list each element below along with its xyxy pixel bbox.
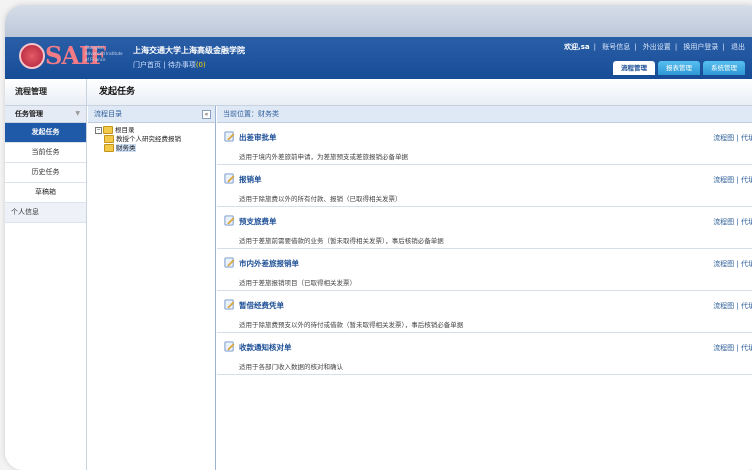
sidebar-group-label: 任务管理 [15,110,43,118]
tab-system-management[interactable]: 系统管理 [703,61,745,75]
form-description: 适用于境内外差旅前申请，为差旅预支或差旅报销必备单据 [239,153,408,161]
form-description: 适用于差旅报销项目（已取得相关发票） [239,279,356,287]
tree-node-professor-research[interactable]: 教授个人研究经费报销 [95,135,215,144]
tree-node-finance[interactable]: 财务类 [95,144,215,153]
form-name-link[interactable]: 出差审批单 [239,132,277,143]
list-item: 暂借经费凭单适用于除旅费预支以外的待付或借款（暂未取得相关发票），事后核销必备单… [217,291,752,333]
form-name-link[interactable]: 收款通知核对单 [239,342,292,353]
sidebar-group-task-management[interactable]: 任务管理 ▼ [5,106,86,123]
tree-node-label: 财务类 [116,144,136,152]
folder-icon [104,144,114,152]
edit-form-icon [224,257,235,268]
switch-user-link[interactable]: 换用户登录 [683,43,718,51]
account-info-link[interactable]: 账号信息 [602,43,630,51]
sidebar-item-personal-info[interactable]: 个人信息 [5,203,86,223]
tree-header: 流程目录 « [88,106,215,123]
edit-form-icon [224,173,235,184]
tree-node-label: 教授个人研究经费报销 [116,135,181,143]
sidebar-item-start-task[interactable]: 发起任务 [5,123,86,143]
flowchart-fill-links[interactable]: 流程图 | 代填 [713,259,752,269]
top-links: 门户首页 | 待办事项(0) [133,61,206,69]
logout-link[interactable]: 退出 [731,43,745,51]
sidebar-item-drafts[interactable]: 草稿箱 [5,183,86,203]
form-name-link[interactable]: 市内外差旅报销单 [239,258,299,269]
collapse-node-icon[interactable]: − [95,126,102,134]
tree-node-label: 根目录 [115,126,135,134]
section-left-title: 流程管理 [5,79,87,105]
process-tree-panel: 流程目录 « − 根目录 教授个人研究经费报销 财务类 [88,106,216,470]
form-name-link[interactable]: 报销单 [239,174,262,185]
edit-form-icon [224,341,235,352]
tree-node-root[interactable]: − 根目录 [95,126,215,135]
flowchart-fill-links[interactable]: 流程图 | 代填 [713,343,752,353]
edit-form-icon [224,299,235,310]
page-title: 发起任务 [99,87,136,97]
tab-report-management[interactable]: 报表管理 [658,61,700,75]
form-name-link[interactable]: 暂借经费凭单 [239,300,284,311]
edit-form-icon [224,215,235,226]
form-description: 适用于除旅费预支以外的待付或借款（暂未取得相关发票），事后核销必备单据 [239,321,464,329]
form-description: 适用于各部门收入数据的核对和确认 [239,363,343,371]
form-description: 适用于除旅费以外的所有付款、报销（已取得相关发票） [239,195,402,203]
school-name: 上海交通大学上海高级金融学院 [133,46,245,55]
section-bar: 流程管理 发起任务 [5,79,752,106]
collapse-panel-icon[interactable]: « [202,110,211,119]
welcome-text: 欢迎,sa [564,43,590,51]
flowchart-fill-links[interactable]: 流程图 | 代填 [713,301,752,311]
main-tabs: 流程管理 报表管理 系统管理 [613,61,745,75]
home-link[interactable]: 门户首页 [133,61,161,69]
away-settings-link[interactable]: 外出设置 [643,43,671,51]
list-item: 报销单适用于除旅费以外的所有付款、报销（已取得相关发票） 流程图 | 代填 [217,165,752,207]
chevron-down-icon: ▼ [75,110,80,117]
sidebar-item-history-tasks[interactable]: 历史任务 [5,163,86,183]
list-item: 预支旅费单适用于差旅前需要借款的业务（暂未取得相关发票），事后核销必备单据 流程图… [217,207,752,249]
breadcrumb: 当前位置：财务类 [217,106,752,123]
form-name-link[interactable]: 预支旅费单 [239,216,277,227]
user-links: 欢迎,sa | 账号信息 | 外出设置 | 换用户登录 | 退出 [564,43,745,51]
tree-header-label: 流程目录 [94,110,122,118]
folder-icon [104,135,114,143]
flowchart-fill-links[interactable]: 流程图 | 代填 [713,133,752,143]
list-item: 收款通知核对单适用于各部门收入数据的核对和确认 流程图 | 代填 [217,333,752,375]
main-content: 当前位置：财务类 出差审批单适用于境内外差旅前申请，为差旅预支或差旅报销必备单据… [217,106,752,470]
todo-link[interactable]: 待办事项 [168,61,196,69]
tab-process-management[interactable]: 流程管理 [613,61,655,75]
sidebar-item-current-tasks[interactable]: 当前任务 [5,143,86,163]
logo-subtitle: Shanghai Advanced Institute of Finance [85,45,123,62]
form-description: 适用于差旅前需要借款的业务（暂未取得相关发票），事后核销必备单据 [239,237,444,245]
sidebar: 任务管理 ▼ 发起任务 当前任务 历史任务 草稿箱 个人信息 [5,106,87,470]
form-list: 出差审批单 适用于境内外差旅前申请，为差旅预支或差旅报销必备单据 流程图 | 代填报… [217,123,752,375]
flowchart-fill-links[interactable]: 流程图 | 代填 [713,175,752,185]
list-item: 出差审批单适用于境内外差旅前申请，为差旅预支或差旅报销必备单据 流程图 | 代填 [217,123,752,165]
school-seal-icon [19,43,45,69]
app-window: SAIF Shanghai Advanced Institute of Fina… [5,5,752,470]
edit-form-icon [224,131,235,142]
list-item: 市内外差旅报销单适用于差旅报销项目（已取得相关发票） 流程图 | 代填 [217,249,752,291]
flowchart-fill-links[interactable]: 流程图 | 代填 [713,217,752,227]
folder-icon [103,126,113,134]
todo-count: (0) [195,61,206,69]
